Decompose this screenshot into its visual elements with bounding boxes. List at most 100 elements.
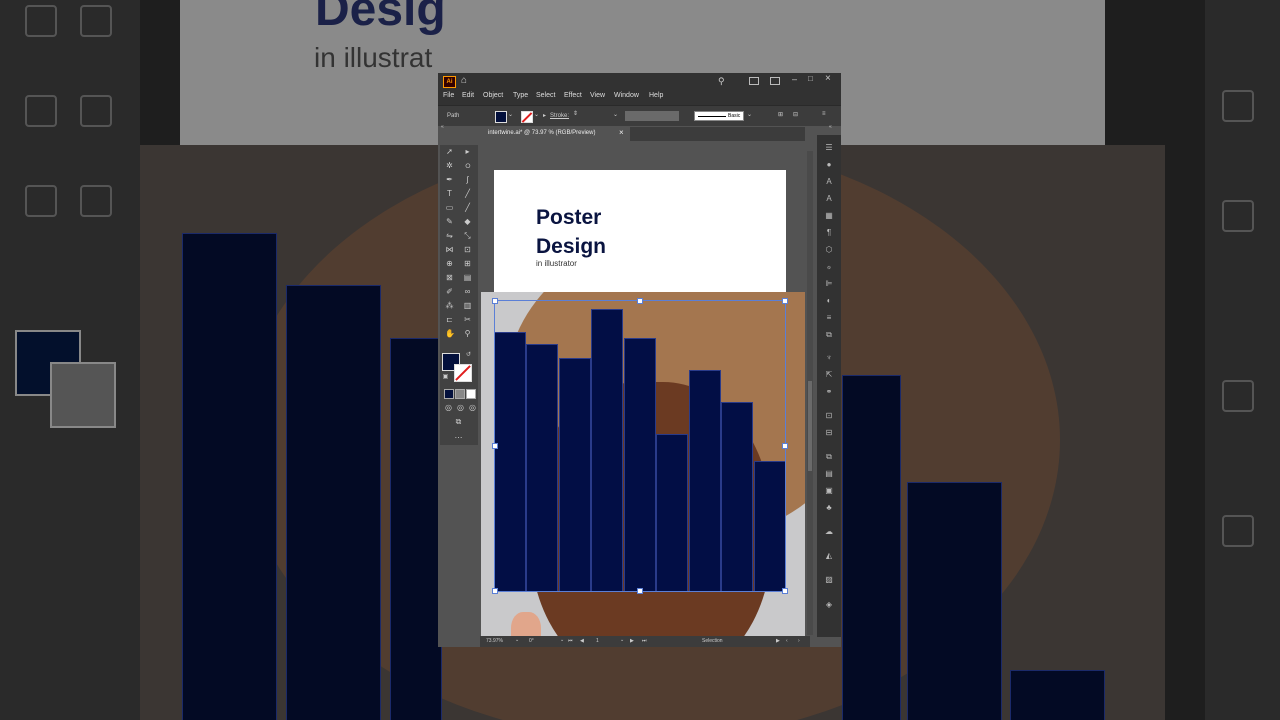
width-tool-icon[interactable]: ⋈ (445, 245, 454, 254)
resize-handle[interactable] (492, 443, 498, 449)
artboard-tool-icon[interactable]: ⊏ (445, 315, 454, 324)
layers-icon[interactable]: ◈ (824, 600, 834, 609)
scrollbar-thumb[interactable] (808, 381, 812, 471)
selection-tool-icon[interactable]: ➚ (445, 147, 454, 156)
transparency-icon[interactable]: ▣ (824, 486, 834, 495)
appearance-icon[interactable]: ◐ (824, 296, 834, 305)
document-tab[interactable]: intertwine.ai* @ 73.97 % (RGB/Preview) × (480, 127, 630, 141)
transform-icon[interactable]: ⊟ (793, 111, 798, 118)
close-tab-icon[interactable]: × (619, 128, 624, 137)
gradient-tool-icon[interactable]: ▤ (463, 273, 472, 282)
status-menu-icon[interactable]: ▶ (776, 638, 780, 644)
menu-help[interactable]: Help (649, 92, 663, 99)
variable-width-profile[interactable] (625, 111, 679, 121)
pen-tool-icon[interactable]: ✒ (445, 175, 454, 184)
rotation-field[interactable]: 0° (529, 638, 534, 644)
brush-definition[interactable]: Basic (694, 111, 744, 121)
lasso-tool-icon[interactable]: ഠ (463, 161, 472, 170)
rectangle-tool-icon[interactable]: ▭ (445, 203, 454, 212)
line-tool-icon[interactable]: ╱ (463, 189, 472, 198)
resize-handle[interactable] (782, 298, 788, 304)
column-graph-tool-icon[interactable]: ▥ (463, 301, 472, 310)
default-colors-icon[interactable]: ▣ (441, 373, 450, 382)
navigator-icon[interactable]: ▨ (824, 575, 834, 584)
symbol-sprayer-tool-icon[interactable]: ⁂ (445, 301, 454, 310)
previous-artboard-icon[interactable]: ◀ (580, 638, 584, 644)
export-icon[interactable]: ⇱ (824, 370, 834, 379)
free-transform-tool-icon[interactable]: ⊡ (463, 245, 472, 254)
curvature-tool-icon[interactable]: ∫ (463, 175, 472, 184)
canvas[interactable]: Poster Design in illustrator (481, 143, 805, 637)
menu-edit[interactable]: Edit (462, 92, 474, 99)
glyphs-icon[interactable]: ℴ (824, 262, 834, 271)
stroke-swatch[interactable] (454, 364, 472, 382)
first-artboard-icon[interactable]: ⏮ (568, 638, 573, 644)
chevron-down-icon[interactable]: ⌄ (747, 111, 752, 118)
slice-tool-icon[interactable]: ✂ (463, 315, 472, 324)
properties-icon[interactable]: ☰ (824, 143, 834, 152)
control-menu-icon[interactable]: ≡ (822, 111, 826, 117)
draw-normal-icon[interactable]: ◎ (444, 403, 453, 412)
arrange-documents-icon[interactable] (749, 77, 759, 85)
next-artboard-icon[interactable]: ▶ (630, 638, 634, 644)
type-tool-icon[interactable]: T (445, 189, 454, 198)
resize-handle[interactable] (492, 588, 498, 594)
color-icon[interactable]: ● (824, 160, 834, 169)
menu-view[interactable]: View (590, 92, 605, 99)
edit-toolbar-icon[interactable]: ⋯ (454, 433, 463, 442)
mesh-tool-icon[interactable]: ⊠ (445, 273, 454, 282)
resize-handle[interactable] (637, 588, 643, 594)
reflect-tool-icon[interactable]: ⇋ (445, 231, 454, 240)
character-icon[interactable]: A (824, 177, 834, 186)
screen-mode-icon[interactable]: ⧉ (454, 417, 463, 426)
3d-icon[interactable]: ⬡ (824, 245, 834, 254)
menu-effect[interactable]: Effect (564, 92, 582, 99)
menu-select[interactable]: Select (536, 92, 555, 99)
draw-behind-icon[interactable]: ◎ (456, 403, 465, 412)
chevron-down-icon[interactable]: ⌄ (508, 111, 513, 118)
direct-selection-tool-icon[interactable]: ▸ (463, 147, 472, 156)
artboards-icon[interactable]: ⊟ (824, 428, 834, 437)
menu-window[interactable]: Window (614, 92, 639, 99)
scroll-left-icon[interactable]: ‹ (786, 638, 788, 644)
artboard-number-field[interactable]: 1 (596, 638, 599, 644)
gradient-panel-icon[interactable]: ▤ (824, 469, 834, 478)
draw-inside-icon[interactable]: ◎ (468, 403, 477, 412)
stroke-stepper[interactable]: ⇕ (573, 110, 578, 117)
libraries-icon[interactable]: ▦ (824, 211, 834, 220)
align-icon[interactable]: ⊞ (778, 111, 783, 118)
stroke-label[interactable]: Stroke: (550, 113, 569, 119)
stroke-none-swatch[interactable] (521, 111, 533, 123)
chevron-down-icon[interactable]: ⌄ (620, 637, 624, 643)
menu-file[interactable]: File (443, 92, 454, 99)
maximize-button[interactable]: □ (808, 74, 813, 83)
chevron-down-icon[interactable]: ⌄ (613, 111, 618, 118)
last-artboard-icon[interactable]: ⏭ (642, 638, 647, 644)
zoom-tool-icon[interactable]: ⚲ (463, 329, 472, 338)
eraser-tool-icon[interactable]: ◆ (463, 217, 472, 226)
collapse-toolbar-icon[interactable]: « (441, 124, 444, 130)
align-panel-icon[interactable]: ⊫ (824, 279, 834, 288)
none-mode-icon[interactable] (466, 389, 476, 399)
puppet-warp-icon[interactable]: ♆ (824, 353, 834, 362)
resize-handle[interactable] (782, 443, 788, 449)
blend-tool-icon[interactable]: ∞ (463, 287, 472, 296)
graphic-styles-icon[interactable]: ◭ (824, 551, 834, 560)
perspective-grid-tool-icon[interactable]: ⊞ (463, 259, 472, 268)
resize-handle[interactable] (782, 588, 788, 594)
scale-tool-icon[interactable]: ⤡ (463, 231, 472, 240)
collapse-panels-icon[interactable]: « (829, 124, 832, 130)
menu-type[interactable]: Type (513, 92, 528, 99)
resize-handle[interactable] (492, 298, 498, 304)
symbols-icon[interactable]: ♣ (824, 503, 834, 512)
scroll-right-icon[interactable]: › (798, 638, 800, 644)
chevron-down-icon[interactable]: ⌄ (515, 637, 519, 643)
paragraph-icon[interactable]: ¶ (824, 228, 834, 237)
resize-handle[interactable] (637, 298, 643, 304)
color-mode-icon[interactable] (444, 389, 454, 399)
eyedropper-tool-icon[interactable]: ✐ (445, 287, 454, 296)
close-button[interactable]: × (825, 73, 831, 84)
shape-builder-tool-icon[interactable]: ⊕ (445, 259, 454, 268)
gradient-mode-icon[interactable] (455, 389, 465, 399)
stroke-panel-icon[interactable]: ≡ (824, 313, 834, 322)
